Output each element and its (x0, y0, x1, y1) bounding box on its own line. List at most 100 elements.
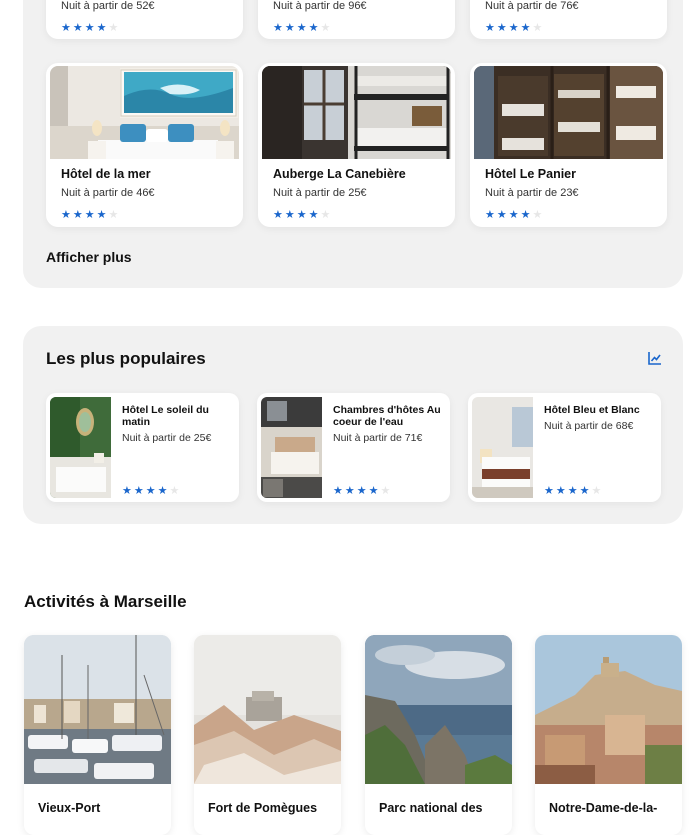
star-icon: ★ (485, 209, 495, 221)
star-icon: ★ (84, 209, 95, 221)
star-icon: ★ (508, 209, 519, 221)
rating-stars: ★ ★ ★ ★ ★ (61, 205, 120, 223)
hotel-photo (50, 66, 239, 159)
star-icon: ★ (555, 485, 566, 497)
hotel-photo (261, 397, 322, 498)
hotel-photo (474, 66, 663, 159)
activity-photo (365, 635, 512, 784)
star-icon: ★ (157, 485, 168, 497)
star-icon: ★ (296, 209, 307, 221)
rating-stars: ★ ★ ★ ★ ★ (485, 205, 544, 223)
star-icon: ★ (308, 209, 319, 221)
activity-name: Parc national des (379, 801, 483, 815)
popular-card[interactable]: Chambres d'hôtes Au coeur de l'eau Nuit … (257, 393, 450, 502)
hotel-price: Nuit à partir de 46€ (61, 187, 155, 199)
star-icon: ★ (284, 209, 295, 221)
star-icon: ★ (368, 485, 379, 497)
activity-card[interactable]: Notre-Dame-de-la- (535, 635, 682, 835)
star-icon: ★ (356, 485, 367, 497)
activity-photo (24, 635, 171, 784)
star-icon: ★ (61, 22, 71, 34)
star-icon: ★ (320, 22, 331, 34)
rating-stars: ★ ★ ★ ★ ★ (333, 481, 392, 499)
hotel-card[interactable]: Hôtel Le Panier Nuit à partir de 23€ ★ ★ ★… (470, 63, 667, 227)
hotel-price: Nuit à partir de 25€ (273, 187, 367, 199)
star-icon: ★ (122, 485, 132, 497)
hotel-photo (50, 397, 111, 498)
star-icon: ★ (496, 209, 507, 221)
star-icon: ★ (169, 485, 180, 497)
star-icon: ★ (579, 485, 590, 497)
hotel-name: Auberge La Canebière (273, 167, 406, 181)
activity-card[interactable]: Parc national des (365, 635, 512, 835)
hotel-price: Nuit à partir de 96€ (273, 0, 367, 12)
hotel-price: Nuit à partir de 23€ (485, 187, 579, 199)
star-icon: ★ (145, 485, 156, 497)
hotel-price: Nuit à partir de 52€ (61, 0, 155, 12)
star-icon: ★ (72, 22, 83, 34)
show-more-link[interactable]: Afficher plus (46, 249, 132, 265)
trending-icon[interactable] (648, 351, 662, 365)
star-icon: ★ (344, 485, 355, 497)
rating-stars: ★ ★ ★ ★ ★ (485, 18, 544, 36)
activity-card[interactable]: Vieux-Port (24, 635, 171, 835)
activity-name: Fort de Pomègues (208, 801, 318, 815)
section-title: Activités à Marseille (24, 592, 187, 611)
section-title: Les plus populaires (46, 349, 206, 368)
star-icon: ★ (380, 485, 391, 497)
star-icon: ★ (84, 22, 95, 34)
star-icon: ★ (273, 209, 283, 221)
rating-stars: ★ ★ ★ ★ ★ (122, 481, 181, 499)
activity-photo (535, 635, 682, 784)
hotel-photo (262, 66, 451, 159)
hotel-price: Nuit à partir de 25€ (122, 432, 212, 444)
star-icon: ★ (532, 209, 543, 221)
star-icon: ★ (520, 209, 531, 221)
rating-stars: ★ ★ ★ ★ ★ (544, 481, 603, 499)
activity-card[interactable]: Fort de Pomègues (194, 635, 341, 835)
star-icon: ★ (308, 22, 319, 34)
hotel-name: Hôtel Le soleil du matin (122, 404, 209, 428)
activity-photo (194, 635, 341, 784)
hotel-card[interactable]: Nuit à partir de 52€ ★ ★ ★ ★ ★ (46, 0, 243, 39)
hotel-card[interactable]: Nuit à partir de 76€ ★ ★ ★ ★ ★ (470, 0, 667, 39)
popular-card[interactable]: Hôtel Bleu et Blanc Nuit à partir de 68€… (468, 393, 661, 502)
star-icon: ★ (532, 22, 543, 34)
rating-stars: ★ ★ ★ ★ ★ (273, 205, 332, 223)
hotel-name: Hôtel Bleu et Blanc (544, 404, 640, 416)
hotel-card[interactable]: Hôtel de la mer Nuit à partir de 46€ ★ ★ ★… (46, 63, 243, 227)
hotel-name: Hôtel Le Panier (485, 167, 576, 181)
star-icon: ★ (96, 22, 107, 34)
star-icon: ★ (72, 209, 83, 221)
hotel-name: Hôtel de la mer (61, 167, 151, 181)
star-icon: ★ (320, 209, 331, 221)
rating-stars: ★ ★ ★ ★ ★ (273, 18, 332, 36)
star-icon: ★ (296, 22, 307, 34)
star-icon: ★ (485, 22, 495, 34)
star-icon: ★ (508, 22, 519, 34)
star-icon: ★ (133, 485, 144, 497)
star-icon: ★ (591, 485, 602, 497)
hotel-price: Nuit à partir de 68€ (544, 420, 634, 432)
star-icon: ★ (96, 209, 107, 221)
rating-stars: ★ ★ ★ ★ ★ (61, 18, 120, 36)
star-icon: ★ (61, 209, 71, 221)
star-icon: ★ (108, 22, 119, 34)
star-icon: ★ (544, 485, 554, 497)
star-icon: ★ (273, 22, 283, 34)
star-icon: ★ (496, 22, 507, 34)
star-icon: ★ (284, 22, 295, 34)
star-icon: ★ (333, 485, 343, 497)
hotel-photo (472, 397, 533, 498)
popular-card[interactable]: Hôtel Le soleil du matin Nuit à partir d… (46, 393, 239, 502)
star-icon: ★ (567, 485, 578, 497)
hotel-card[interactable]: Nuit à partir de 96€ ★ ★ ★ ★ ★ (258, 0, 455, 39)
activity-name: Vieux-Port (38, 801, 101, 815)
star-icon: ★ (520, 22, 531, 34)
activity-name: Notre-Dame-de-la- (549, 801, 658, 815)
star-icon: ★ (108, 209, 119, 221)
hotel-price: Nuit à partir de 71€ (333, 432, 423, 444)
hotel-card[interactable]: Auberge La Canebière Nuit à partir de 25… (258, 63, 455, 227)
hotel-price: Nuit à partir de 76€ (485, 0, 579, 12)
hotel-name: Chambres d'hôtes Au coeur de l'eau (333, 404, 441, 428)
